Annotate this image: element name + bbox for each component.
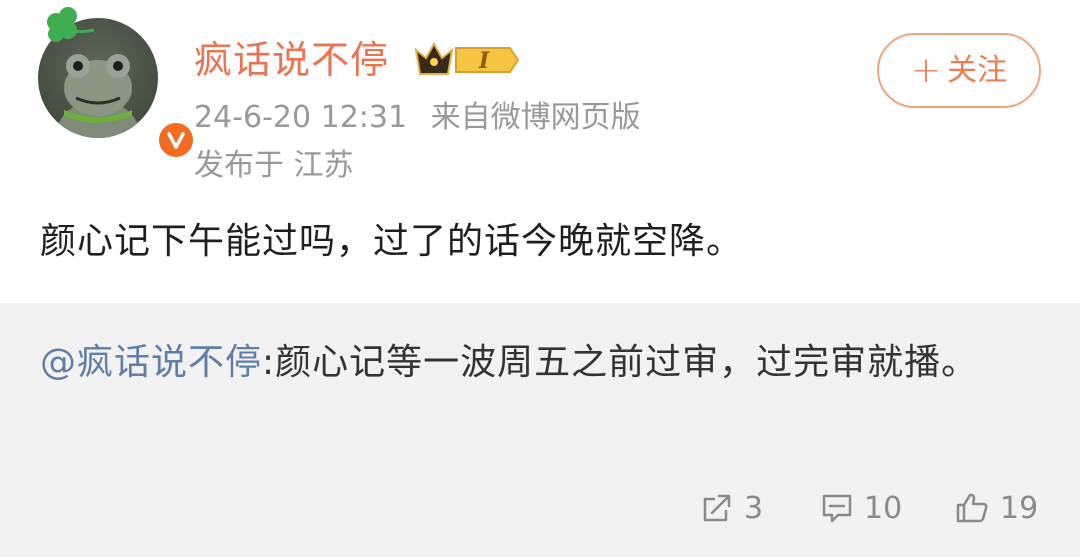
repost-text: :颜心记等一波周五之前过审，过完审就播。 xyxy=(262,342,979,383)
crown-level-badge-icon[interactable]: I xyxy=(412,38,522,82)
username[interactable]: 疯话说不停 xyxy=(194,36,389,84)
repost-container[interactable]: @疯话说不停:颜心记等一波周五之前过审，过完审就播。 xyxy=(0,303,1080,557)
post-meta: 24-6-20 12:31 来自微博网页版 xyxy=(194,98,641,138)
follow-button[interactable]: + 关注 xyxy=(877,33,1041,108)
share-count: 3 xyxy=(744,490,764,526)
clover-icon xyxy=(47,7,95,42)
comment-button[interactable]: 10 xyxy=(820,484,902,532)
post-time: 24-6-20 12:31 xyxy=(194,100,408,135)
comment-count: 10 xyxy=(864,490,903,526)
avatar-container[interactable] xyxy=(38,7,196,160)
post-source: 来自微博网页版 xyxy=(430,100,641,135)
share-button[interactable]: 3 xyxy=(700,484,763,532)
repost-mention-link[interactable]: @疯话说不停 xyxy=(40,342,262,383)
follow-label: 关注 xyxy=(947,52,1008,88)
thumbs-up-icon xyxy=(956,493,988,523)
plus-icon: + xyxy=(910,49,942,91)
comment-icon xyxy=(822,494,852,523)
like-button[interactable]: 19 xyxy=(954,484,1038,532)
post-header: 疯话说不停 I 24-6-20 12:31 来自微博网页版 发布于 江苏 + 关… xyxy=(0,0,1080,200)
post-body: 颜心记下午能过吗，过了的话今晚就空降。 xyxy=(40,221,744,262)
repost-body: @疯话说不停:颜心记等一波周五之前过审，过完审就播。 xyxy=(40,333,1040,393)
level-badge-text: I xyxy=(478,48,490,74)
post-location: 发布于 江苏 xyxy=(194,148,354,183)
like-count: 19 xyxy=(1000,490,1039,526)
verified-v-icon xyxy=(156,120,196,160)
share-icon xyxy=(703,494,731,522)
